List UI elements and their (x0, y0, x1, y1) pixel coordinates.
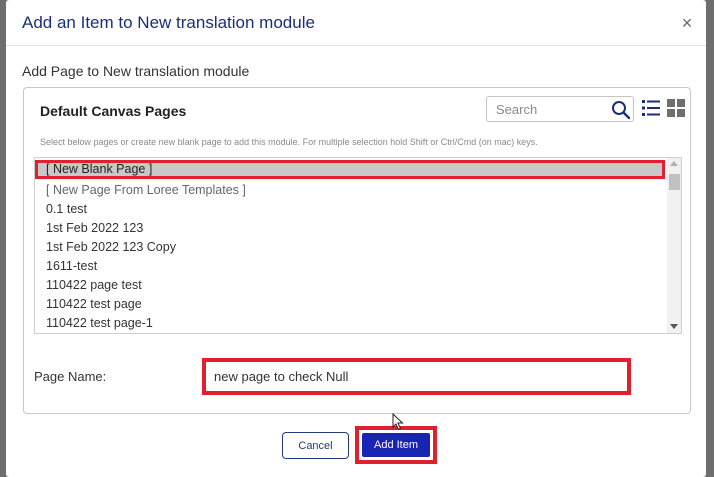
canvas-pages-panel: Default Canvas Pages Select below pages … (23, 87, 691, 414)
add-item-highlight: Add Item (355, 426, 437, 464)
list-item[interactable]: [ New Blank Page ] (35, 160, 665, 179)
list-item[interactable]: [ New Page From Loree Templates ] (35, 181, 665, 200)
page-name-input[interactable] (202, 358, 631, 395)
add-item-dialog: Add an Item to New translation module × … (6, 0, 706, 477)
search-icon[interactable] (611, 100, 631, 120)
mouse-cursor-icon (392, 413, 404, 431)
scroll-up-icon[interactable] (670, 161, 678, 166)
dialog-header: Add an Item to New translation module × (6, 0, 706, 46)
search-input[interactable] (488, 98, 604, 120)
listbox-scrollbar[interactable] (667, 158, 681, 333)
pages-listbox[interactable]: [ New Blank Page ] [ New Page From Loree… (34, 157, 682, 334)
list-item[interactable]: 110422 test page (35, 295, 665, 314)
scroll-down-icon[interactable] (670, 324, 678, 329)
section-label: Add Page to New translation module (22, 63, 250, 79)
list-view-icon[interactable] (641, 98, 661, 118)
panel-title: Default Canvas Pages (40, 103, 187, 119)
search-box (486, 96, 634, 122)
help-text: Select below pages or create new blank p… (40, 137, 538, 147)
close-icon[interactable]: × (678, 12, 696, 34)
scroll-thumb[interactable] (669, 174, 680, 190)
list-item[interactable]: 0.1 test (35, 200, 665, 219)
list-item[interactable]: 110422 test page-1 (35, 314, 665, 333)
list-item[interactable]: 1st Feb 2022 123 Copy (35, 238, 665, 257)
list-item[interactable]: 110422 page test (35, 276, 665, 295)
modal-backdrop-right (706, 0, 714, 477)
grid-view-icon[interactable] (667, 99, 685, 117)
page-name-label: Page Name: (34, 369, 107, 384)
list-item[interactable]: 1611-test (35, 257, 665, 276)
add-item-button[interactable]: Add Item (362, 433, 430, 457)
dialog-title: Add an Item to New translation module (22, 13, 315, 32)
list-item[interactable]: 1st Feb 2022 123 (35, 219, 665, 238)
cancel-button[interactable]: Cancel (282, 432, 349, 459)
